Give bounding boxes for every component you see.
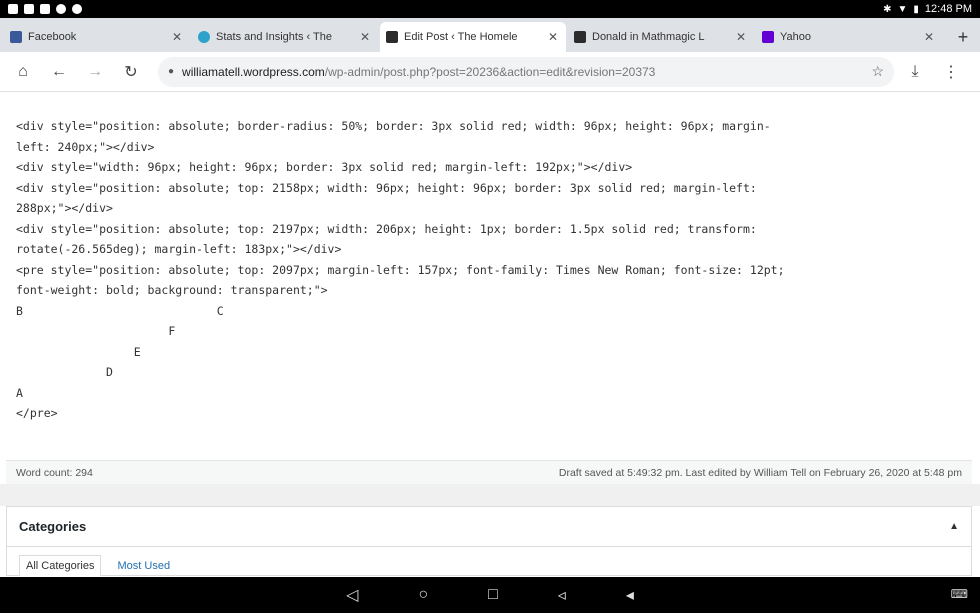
notification-icon — [24, 4, 34, 14]
reload-button[interactable]: ↻ — [116, 57, 146, 87]
home-icon: ⌂ — [18, 62, 28, 80]
browser-tab[interactable]: Donald in Mathmagic L ✕ — [568, 22, 754, 52]
favicon-icon — [198, 31, 210, 43]
back-arrow-icon: ← — [51, 62, 67, 80]
forward-button[interactable]: → — [80, 57, 110, 87]
address-bar[interactable]: ● williamatell.wordpress.com /wp-admin/p… — [158, 56, 894, 87]
tab-title: Edit Post ‹ The Homele — [404, 31, 518, 43]
tab-title: Facebook — [28, 31, 77, 43]
post-editor-textarea[interactable]: <div style="position: absolute; border-r… — [0, 92, 980, 460]
code-line: <div style="position: absolute; border-r… — [16, 119, 771, 133]
close-icon[interactable]: ✕ — [922, 30, 936, 44]
keyboard-icon[interactable]: ⌨ — [951, 587, 968, 601]
clock: 12:48 PM — [924, 3, 972, 15]
favicon-icon — [762, 31, 774, 43]
code-line: E — [16, 344, 141, 359]
draft-saved-status: Draft saved at 5:49:32 pm. Last edited b… — [558, 466, 962, 479]
notification-icon — [56, 4, 66, 14]
android-nav-bar: ◁ ○ □ ◃ ◂ ⌨ — [0, 577, 980, 613]
recents-square-icon[interactable]: □ — [488, 586, 498, 604]
browser-toolbar: ⌂ ← → ↻ ● williamatell.wordpress.com /wp… — [0, 52, 980, 92]
lock-icon: ● — [168, 66, 175, 77]
close-icon[interactable]: ✕ — [734, 30, 748, 44]
code-line: 288px;"></div> — [16, 201, 113, 215]
code-line: rotate(-26.565deg); margin-left: 183px;"… — [16, 242, 342, 256]
browser-tab-active[interactable]: Edit Post ‹ The Homele ✕ — [380, 22, 566, 52]
url-path: /wp-admin/post.php?post=20236&action=edi… — [324, 64, 656, 79]
forward-arrow-icon: → — [87, 62, 103, 80]
code-line: <div style="position: absolute; top: 215… — [16, 180, 757, 195]
home-button[interactable]: ⌂ — [8, 57, 38, 87]
bookmark-star-icon[interactable]: ☆ — [871, 63, 884, 80]
code-line: font-weight: bold; background: transpare… — [16, 283, 328, 297]
browser-tab[interactable]: Facebook ✕ — [4, 22, 190, 52]
code-line: </pre> — [16, 406, 58, 420]
tab-most-used[interactable]: Most Used — [111, 556, 176, 576]
browser-tab[interactable]: Yahoo ✕ — [756, 22, 942, 52]
categories-panel: Categories ▲ All Categories Most Used — [6, 506, 972, 576]
close-icon[interactable]: ✕ — [358, 30, 372, 44]
code-line: <pre style="position: absolute; top: 209… — [16, 262, 785, 277]
spacer — [0, 484, 980, 506]
favicon-icon — [386, 31, 398, 43]
more-vert-icon: ⋮ — [943, 63, 959, 81]
android-status-bar: ✱ ▼ ▮ 12:48 PM — [0, 0, 980, 18]
collapse-icon[interactable]: ▲ — [949, 521, 959, 532]
code-line: left: 240px;"></div> — [16, 139, 155, 154]
favicon-icon — [10, 31, 22, 43]
tab-title: Yahoo — [780, 31, 811, 43]
code-line: D — [16, 365, 113, 379]
notification-icon — [40, 4, 50, 14]
code-line: A — [16, 385, 23, 400]
download-button[interactable]: ⤓ — [900, 57, 930, 87]
volume-down-icon[interactable]: ◃ — [558, 585, 566, 605]
download-icon: ⤓ — [911, 62, 919, 80]
battery-icon: ▮ — [913, 3, 919, 15]
back-triangle-icon[interactable]: ◁ — [346, 585, 358, 605]
bluetooth-icon: ✱ — [883, 3, 892, 15]
browser-tab[interactable]: Stats and Insights ‹ The ✕ — [192, 22, 378, 52]
categories-title: Categories — [19, 519, 87, 534]
favicon-icon — [574, 31, 586, 43]
browser-tab-strip: Facebook ✕ Stats and Insights ‹ The ✕ Ed… — [0, 18, 980, 52]
html-code-block[interactable]: <div style="position: absolute; border-r… — [16, 116, 964, 424]
code-line: <div style="width: 96px; height: 96px; b… — [16, 160, 633, 174]
menu-button[interactable]: ⋮ — [936, 57, 966, 87]
reload-icon: ↻ — [124, 63, 138, 81]
home-circle-icon[interactable]: ○ — [418, 586, 428, 604]
tab-all-categories[interactable]: All Categories — [19, 555, 102, 576]
back-button[interactable]: ← — [44, 57, 74, 87]
volume-up-icon[interactable]: ◂ — [626, 585, 634, 605]
wifi-icon: ▼ — [897, 3, 908, 15]
post-status-info: Word count: 294 Draft saved at 5:49:32 p… — [6, 460, 972, 484]
close-icon[interactable]: ✕ — [546, 30, 560, 44]
categories-header[interactable]: Categories ▲ — [7, 507, 971, 547]
word-count: Word count: 294 — [16, 466, 93, 479]
tab-title: Stats and Insights ‹ The — [216, 31, 332, 43]
url-host: williamatell.wordpress.com — [182, 64, 325, 79]
new-tab-button[interactable]: + — [948, 22, 978, 52]
code-line: B C — [16, 303, 224, 318]
close-icon[interactable]: ✕ — [170, 30, 184, 44]
code-line: <div style="position: absolute; top: 219… — [16, 221, 757, 236]
notification-icon — [8, 4, 18, 14]
tab-title: Donald in Mathmagic L — [592, 31, 705, 43]
code-line: F — [16, 324, 176, 338]
system-icons: ✱ ▼ ▮ 12:48 PM — [883, 3, 972, 15]
notification-icon — [72, 4, 82, 14]
categories-tabs: All Categories Most Used — [7, 547, 971, 576]
notification-icons — [8, 4, 82, 14]
